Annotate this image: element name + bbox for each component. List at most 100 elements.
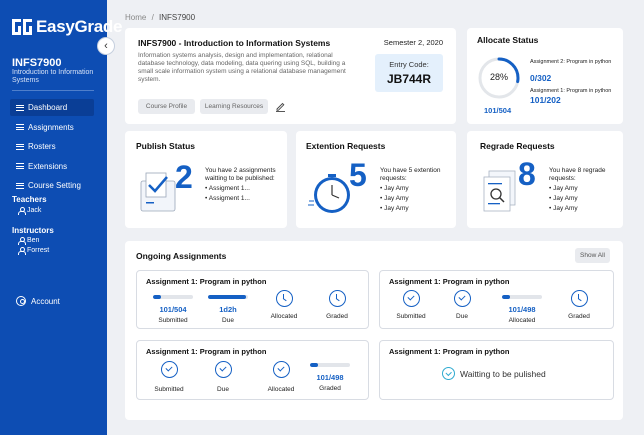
course-code: INFS7900 — [12, 57, 62, 69]
list-item[interactable]: Jay Amy — [380, 194, 409, 204]
assignment-title: Assignment 1: Program in python — [146, 277, 267, 286]
sidebar: EasyGrade INFS7900 Introduction to Infor… — [0, 0, 122, 435]
stat-label: Due — [217, 386, 229, 393]
regrade-count: 8 — [518, 156, 536, 192]
assignment-card[interactable]: Assignment 1: Program in python Submitte… — [379, 270, 614, 329]
stat-label: Allocated — [270, 313, 298, 320]
waiting-status: Waitting to be pulished — [442, 367, 546, 380]
list-item[interactable]: Assigment 1... — [205, 194, 250, 204]
entry-code-label: Entry Code: — [389, 60, 429, 69]
course-profile-button[interactable]: Course Profile — [138, 99, 195, 114]
instructor-item[interactable]: Ben — [18, 237, 40, 245]
sidebar-item-extensions[interactable]: Extensions — [10, 158, 94, 175]
person-icon — [18, 247, 26, 255]
progress-bar — [208, 295, 248, 299]
breadcrumb-current: INFS7900 — [159, 13, 196, 22]
publish-list: Assigment 1... Assigment 1... — [205, 184, 250, 204]
list-item[interactable]: Jay Amy — [380, 204, 409, 214]
stat-due: Due — [195, 361, 251, 393]
teacher-name: Jack — [27, 207, 42, 214]
stat-value: 1d2h — [219, 305, 237, 314]
check-circle-icon — [442, 367, 455, 380]
regrade-requests-title: Regrade Requests — [480, 141, 555, 151]
regrade-text: You have 8 regrade requests: — [549, 167, 606, 182]
list-icon — [16, 163, 24, 170]
show-all-button[interactable]: Show All — [575, 248, 610, 263]
sidebar-item-label: Rosters — [28, 142, 56, 152]
instructor-name: Ben — [27, 237, 40, 244]
allocate-status-card: Allocate Status 28% 101/504 Assignment 2… — [467, 28, 623, 124]
semester-label: Semester 2, 2020 — [383, 38, 443, 47]
regrade-list: Jay Amy Jay Amy Jay Amy — [549, 184, 578, 214]
teachers-heading: Teachers — [12, 195, 47, 204]
sidebar-item-rosters[interactable]: Rosters — [10, 138, 94, 155]
list-item[interactable]: Jay Amy — [549, 194, 578, 204]
check-circle-icon — [402, 290, 420, 307]
ongoing-assignments-title: Ongoing Assignments — [136, 251, 227, 261]
assignment-title: Assignment 1: Program in python — [389, 277, 510, 286]
sidebar-item-label: Dashboard — [28, 103, 68, 112]
stat-label: Submitted — [396, 313, 426, 320]
ongoing-assignments-card: Ongoing Assignments Show All Assignment … — [125, 241, 623, 420]
sidebar-item-label: Assignments — [28, 122, 74, 132]
assignment-card[interactable]: Assignment 1: Program in python 101/504 … — [136, 270, 369, 329]
list-item[interactable]: Jay Amy — [549, 204, 578, 214]
logo-mark-icon — [12, 19, 32, 35]
assignment-title: Assignment 1: Program in python — [146, 347, 267, 356]
publish-status-title: Publish Status — [136, 141, 196, 151]
check-circle-icon — [272, 361, 290, 378]
check-circle-icon — [160, 361, 178, 378]
allocate-a1-value: 101/202 — [530, 95, 561, 105]
learning-resources-button[interactable]: Learning Resources — [200, 99, 268, 114]
allocate-status-title: Allocate Status — [477, 35, 539, 45]
extension-count: 5 — [349, 157, 367, 193]
list-icon — [16, 104, 24, 111]
list-item[interactable]: Jay Amy — [380, 184, 409, 194]
list-item[interactable]: Assigment 1... — [205, 184, 250, 194]
clock-icon — [328, 290, 346, 307]
regrade-requests-card: Regrade Requests 8 You have 8 regrade re… — [467, 131, 623, 228]
person-icon — [18, 237, 26, 245]
course-description: Information systems analysis, design and… — [138, 52, 346, 83]
stat-label: Allocated — [508, 317, 536, 324]
stat-label: Graded — [319, 385, 341, 392]
list-item[interactable]: Jay Amy — [549, 184, 578, 194]
sidebar-item-dashboard[interactable]: Dashboard — [10, 99, 94, 116]
sidebar-item-assignments[interactable]: Assignments — [10, 119, 94, 136]
stat-due: Due — [434, 290, 490, 320]
account-link[interactable]: Account — [16, 296, 60, 306]
stat-graded: Graded — [551, 290, 607, 320]
instructor-item[interactable]: Forrest — [18, 247, 49, 255]
edit-icon[interactable] — [275, 101, 286, 112]
assignment-card[interactable]: Assignment 1: Program in python Submitte… — [136, 340, 369, 400]
stat-graded: 101/498 Graded — [302, 363, 358, 392]
collapse-sidebar-button[interactable]: ‹ — [97, 37, 115, 55]
sidebar-item-course-setting[interactable]: Course Setting — [10, 177, 94, 194]
account-label: Account — [31, 296, 60, 306]
extension-text: You have 5 extention requests: — [380, 167, 441, 182]
progress-bar — [502, 295, 542, 299]
instructors-heading: Instructors — [12, 226, 54, 235]
stat-due: 1d2h Due — [200, 295, 256, 324]
stat-value: 101/498 — [508, 305, 536, 314]
stat-label: Allocated — [267, 386, 295, 393]
stat-allocated: Allocated — [256, 290, 312, 320]
list-icon — [16, 143, 24, 150]
course-name: Introduction to Information Systems — [12, 69, 94, 84]
stat-label: Due — [456, 313, 468, 320]
breadcrumb-home[interactable]: Home — [125, 13, 146, 22]
assignment-card[interactable]: Assignment 1: Program in python Waitting… — [379, 340, 614, 400]
assignment-title: Assignment 1: Program in python — [389, 347, 510, 356]
course-card-title: INFS7900 - Introduction to Information S… — [138, 38, 331, 48]
extension-list: Jay Amy Jay Amy Jay Amy — [380, 184, 409, 214]
stat-submitted: 101/504 Submitted — [145, 295, 201, 324]
check-circle-icon — [453, 290, 471, 307]
app-logo[interactable]: EasyGrade — [12, 17, 122, 37]
teacher-item[interactable]: Jack — [18, 207, 42, 215]
stat-graded: Graded — [309, 290, 365, 320]
stat-submitted: Submitted — [383, 290, 439, 320]
stat-allocated: 101/498 Allocated — [494, 295, 550, 324]
progress-bar — [310, 363, 350, 367]
breadcrumb: Home / INFS7900 — [125, 13, 195, 22]
stat-value: 101/504 — [159, 305, 187, 314]
